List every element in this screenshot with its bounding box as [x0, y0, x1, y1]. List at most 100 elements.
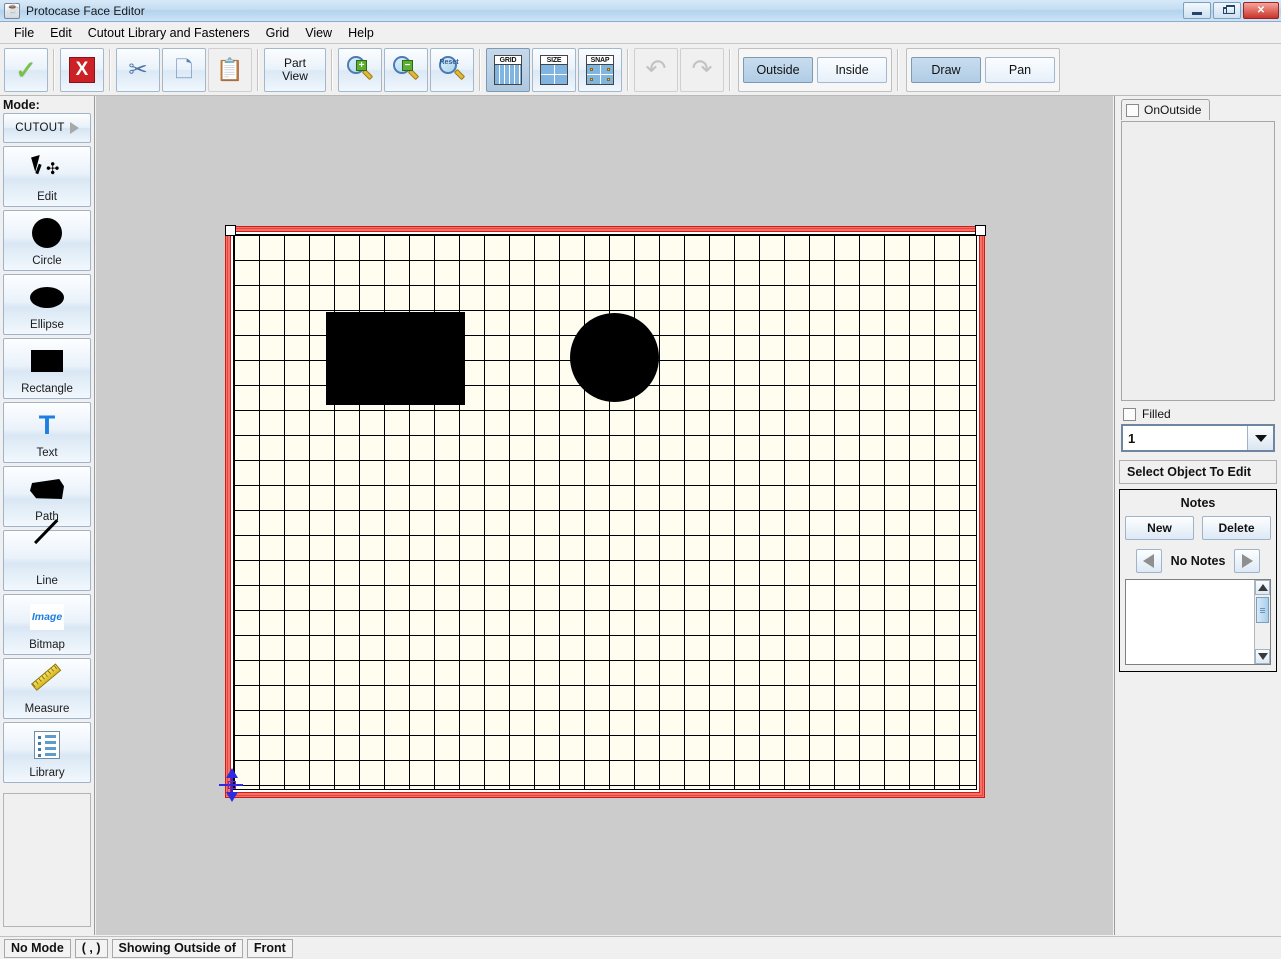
line-weight-combobox[interactable]: 1 — [1121, 424, 1275, 452]
chevron-down-icon[interactable] — [1247, 426, 1273, 450]
status-showing: Showing Outside of — [111, 938, 243, 958]
notes-panel: Notes New Delete No Notes — [1119, 489, 1277, 672]
notes-buttons: New Delete — [1125, 516, 1271, 540]
scrollbar-thumb[interactable] — [1256, 597, 1269, 623]
circle-icon — [4, 211, 90, 255]
cutout-rectangle[interactable] — [326, 312, 465, 405]
tool-measure-label: Measure — [24, 703, 70, 715]
menu-grid[interactable]: Grid — [258, 24, 298, 42]
menu-cutout-library-and-fasteners[interactable]: Cutout Library and Fasteners — [80, 24, 258, 42]
toolbar-separator — [331, 48, 333, 91]
tool-library-label: Library — [29, 767, 65, 779]
grid-icon-label: GRID — [495, 55, 521, 65]
tab-onoutside[interactable]: OnOutside — [1121, 99, 1211, 120]
notes-scrollbar[interactable] — [1254, 580, 1270, 664]
note-textarea[interactable] — [1125, 579, 1271, 665]
next-note-button[interactable] — [1234, 549, 1261, 573]
new-note-button[interactable]: New — [1125, 516, 1194, 540]
zoom-in-button[interactable]: + — [338, 47, 382, 92]
menu-view[interactable]: View — [297, 24, 340, 42]
menu-help[interactable]: Help — [340, 24, 382, 42]
close-button[interactable]: ✕ — [1243, 2, 1279, 19]
line-weight-value: 1 — [1128, 430, 1136, 446]
notes-title: Notes — [1180, 496, 1216, 510]
copy-button[interactable]: 🗋 — [162, 47, 206, 92]
snap-toggle-button[interactable]: SNAP — [578, 47, 622, 92]
menu-file[interactable]: File — [6, 24, 42, 42]
tool-edit[interactable]: ✣ Edit — [3, 146, 91, 207]
filled-checkbox[interactable] — [1123, 407, 1136, 421]
tool-measure[interactable]: Measure — [3, 658, 91, 719]
scissors-icon: ✂ — [128, 56, 148, 82]
status-mode: No Mode — [4, 938, 71, 958]
title-bar: Protocase Face Editor ✕ — [0, 0, 1281, 22]
tool-bitmap[interactable]: Image Bitmap — [3, 594, 91, 655]
minimize-button[interactable] — [1183, 2, 1211, 19]
tool-library[interactable]: Library — [3, 722, 91, 783]
size-icon-label: SIZE — [541, 55, 567, 65]
properties-panel: OnOutside Filled 1 Select Object To Edit… — [1114, 96, 1281, 935]
image-icon-text: Image — [30, 604, 64, 630]
previous-note-button[interactable] — [1135, 549, 1162, 573]
scroll-down-button[interactable] — [1255, 649, 1270, 664]
window-controls: ✕ — [1183, 2, 1279, 19]
undo-button: ↶ — [634, 47, 678, 92]
tool-rectangle[interactable]: Rectangle — [3, 338, 91, 399]
tool-circle[interactable]: Circle — [3, 210, 91, 271]
tool-path[interactable]: Path — [3, 466, 91, 527]
tool-edit-label: Edit — [37, 191, 57, 203]
onoutside-checkbox[interactable] — [1126, 103, 1139, 117]
part-view-button[interactable]: Part View — [264, 47, 326, 92]
redo-button: ↷ — [680, 47, 724, 92]
pan-button[interactable]: Pan — [985, 56, 1055, 83]
mode-value-label: CUTOUT — [15, 122, 65, 134]
draw-button[interactable]: Draw — [911, 56, 981, 83]
mode-cutout-button[interactable]: CUTOUT — [3, 113, 91, 143]
part-view-label: Part View — [282, 56, 308, 83]
tool-line[interactable]: Line — [3, 530, 91, 591]
accept-button[interactable]: ✓ — [4, 47, 48, 92]
delete-note-button[interactable]: Delete — [1202, 516, 1271, 540]
toolbar-separator — [627, 48, 629, 91]
size-button[interactable]: SIZE — [532, 47, 576, 92]
outside-button[interactable]: Outside — [743, 56, 813, 83]
grid-toggle-button[interactable]: GRID — [486, 47, 530, 92]
rectangle-icon — [4, 339, 90, 383]
restore-button[interactable] — [1213, 2, 1241, 19]
resize-handle-top-left[interactable] — [225, 225, 236, 236]
tool-text[interactable]: T Text — [3, 402, 91, 463]
application-window: Protocase Face Editor ✕ File Edit Cutout… — [0, 0, 1281, 959]
toolbar: ✓ X ✂ 🗋 📋 Part View + − Reset GRID SIZE … — [0, 44, 1281, 96]
toolbar-separator — [53, 48, 55, 91]
cancel-button[interactable]: X — [60, 47, 104, 92]
notes-navigation: No Notes — [1125, 540, 1271, 579]
zoom-out-button[interactable]: − — [384, 47, 428, 92]
left-arrow-icon — [1143, 554, 1155, 568]
zoom-out-icon: − — [391, 55, 421, 85]
cutout-circle[interactable] — [570, 313, 659, 402]
mode-title: Mode: — [3, 98, 40, 112]
tool-text-label: Text — [36, 447, 58, 459]
status-bar: No Mode ( , ) Showing Outside of Front — [0, 936, 1281, 959]
tool-ellipse[interactable]: Ellipse — [3, 274, 91, 335]
part-face[interactable] — [219, 225, 986, 802]
toolbar-separator — [109, 48, 111, 91]
restore-icon — [1223, 5, 1235, 14]
object-list[interactable] — [1121, 121, 1275, 401]
up-arrow-icon — [1257, 584, 1268, 591]
panel-tabstrip: OnOutside — [1115, 96, 1281, 121]
toolbar-separator — [479, 48, 481, 91]
side-toggle-group: Outside Inside — [738, 47, 892, 92]
x-icon: X — [69, 56, 95, 83]
resize-handle-top-right[interactable] — [975, 225, 986, 236]
zoom-reset-button[interactable]: Reset — [430, 47, 474, 92]
inside-button[interactable]: Inside — [817, 56, 887, 83]
drawing-canvas[interactable] — [96, 96, 1113, 935]
cut-button[interactable]: ✂ — [116, 47, 160, 92]
text-t-icon: T — [38, 410, 56, 440]
menu-edit[interactable]: Edit — [42, 24, 80, 42]
sidebar-empty-area — [3, 793, 91, 927]
notes-status-label: No Notes — [1170, 554, 1226, 568]
grid-sheet[interactable] — [233, 234, 977, 790]
scroll-up-button[interactable] — [1255, 580, 1270, 595]
